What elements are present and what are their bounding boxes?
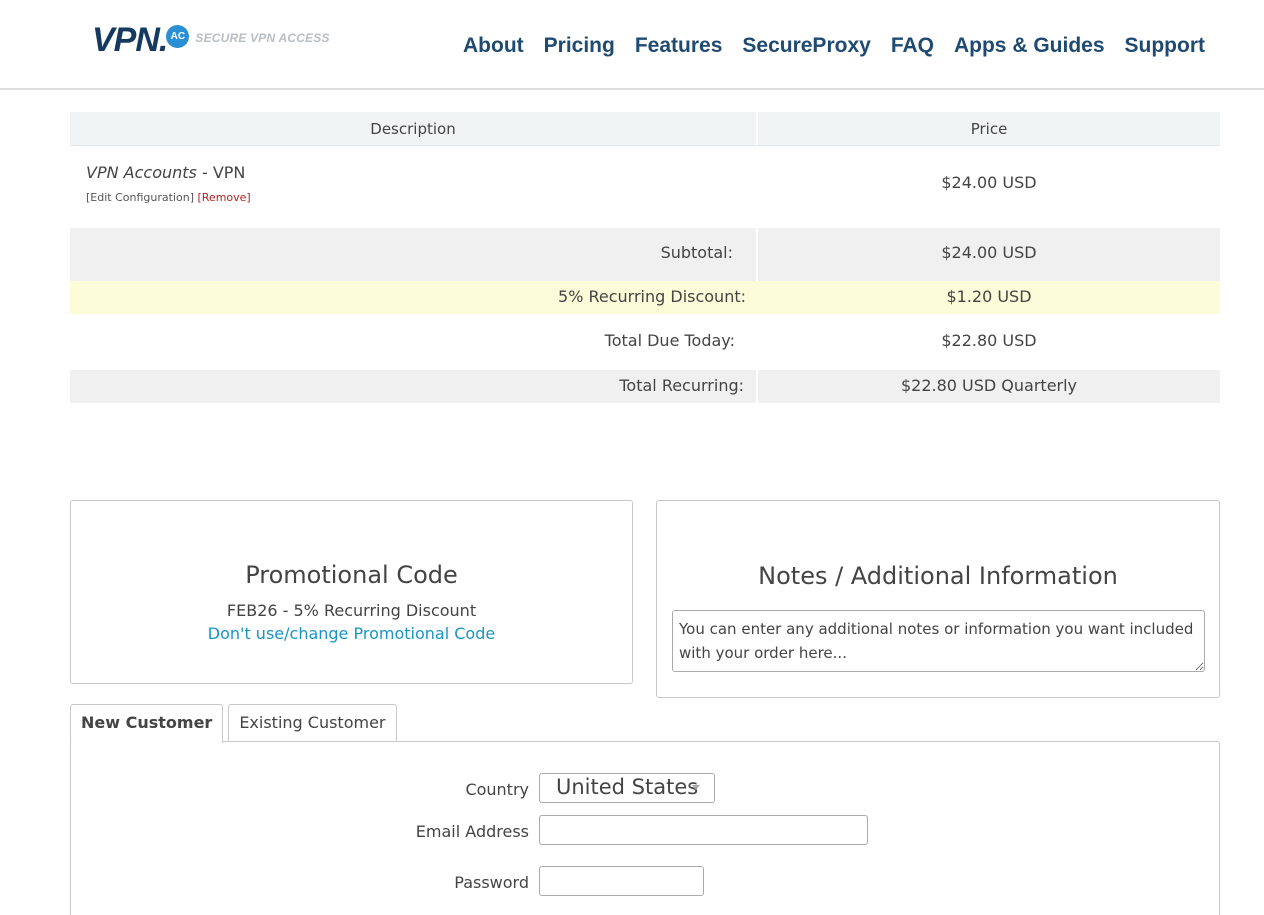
subtotal-row: Subtotal: $24.00 USD — [70, 228, 1220, 281]
notes-title: Notes / Additional Information — [758, 562, 1118, 590]
cart-table: Description Price — [70, 112, 1220, 146]
edit-configuration-link[interactable]: [Edit Configuration] — [86, 191, 194, 204]
product-name: VPN Accounts — [86, 163, 197, 182]
promo-title: Promotional Code — [245, 561, 458, 589]
discount-row: 5% Recurring Discount: $1.20 USD — [70, 281, 1220, 314]
promo-code-panel: Promotional Code FEB26 - 5% Recurring Di… — [70, 500, 633, 684]
nav-support[interactable]: Support — [1125, 34, 1205, 58]
customer-tabs: New Customer Existing Customer — [70, 704, 402, 743]
remove-item-link[interactable]: [Remove] — [197, 191, 250, 204]
cart-header-row: Description Price — [70, 112, 1220, 146]
site-header: VPN. AC SECURE VPN ACCESS About Pricing … — [0, 0, 1264, 90]
country-label: Country — [465, 780, 529, 799]
product-separator: - — [196, 163, 213, 182]
main-nav: About Pricing Features SecureProxy FAQ A… — [443, 34, 1205, 58]
product-group: VPN — [212, 163, 246, 182]
tab-new-customer[interactable]: New Customer — [70, 704, 224, 743]
total-due-row: Total Due Today: $22.80 USD — [70, 314, 1220, 370]
total-recurring-label: Total Recurring: — [70, 370, 758, 403]
nav-pricing[interactable]: Pricing — [544, 34, 615, 58]
logo-tagline: SECURE VPN ACCESS — [195, 31, 330, 45]
notes-panel: Notes / Additional Information — [656, 500, 1220, 698]
new-customer-form: Country United States Email Address Pass… — [70, 741, 1220, 915]
nav-faq[interactable]: FAQ — [891, 34, 934, 58]
total-due-value: $22.80 USD — [941, 331, 1037, 350]
cart-item-price: $24.00 USD — [941, 173, 1037, 192]
subtotal-value: $24.00 USD — [941, 243, 1037, 262]
email-field[interactable] — [539, 815, 868, 845]
country-select[interactable]: United States — [539, 773, 715, 803]
nav-features[interactable]: Features — [635, 34, 723, 58]
chevron-down-icon — [692, 785, 700, 790]
cart-item-actions: [Edit Configuration] [Remove] — [86, 191, 251, 204]
promo-applied-code: FEB26 - 5% Recurring Discount — [226, 601, 477, 620]
logo-badge: AC — [166, 24, 190, 48]
country-selected-value: United States — [556, 775, 699, 799]
notes-textarea[interactable] — [672, 610, 1205, 672]
site-logo[interactable]: VPN. AC SECURE VPN ACCESS — [92, 22, 330, 58]
nav-secureproxy[interactable]: SecureProxy — [742, 34, 870, 58]
nav-about[interactable]: About — [463, 34, 524, 58]
change-promo-link[interactable]: Don't use/change Promotional Code — [71, 624, 632, 643]
logo-wordmark: VPN. — [92, 21, 168, 59]
cart-item-title: VPN Accounts - VPN — [86, 163, 245, 182]
password-field[interactable] — [539, 866, 704, 896]
email-label: Email Address — [415, 822, 529, 841]
tab-existing-customer[interactable]: Existing Customer — [228, 704, 397, 742]
password-label: Password — [454, 873, 529, 892]
total-recurring-value: $22.80 USD Quarterly — [900, 376, 1078, 395]
discount-label: 5% Recurring Discount: — [558, 287, 746, 306]
price-header: Price — [970, 120, 1008, 138]
total-recurring-row: Total Recurring: $22.80 USD Quarterly — [70, 370, 1220, 403]
discount-value: $1.20 USD — [946, 287, 1032, 306]
description-header: Description — [70, 112, 758, 145]
subtotal-label: Subtotal: — [70, 228, 758, 281]
total-due-label: Total Due Today: — [604, 331, 735, 350]
nav-apps-guides[interactable]: Apps & Guides — [954, 34, 1105, 58]
